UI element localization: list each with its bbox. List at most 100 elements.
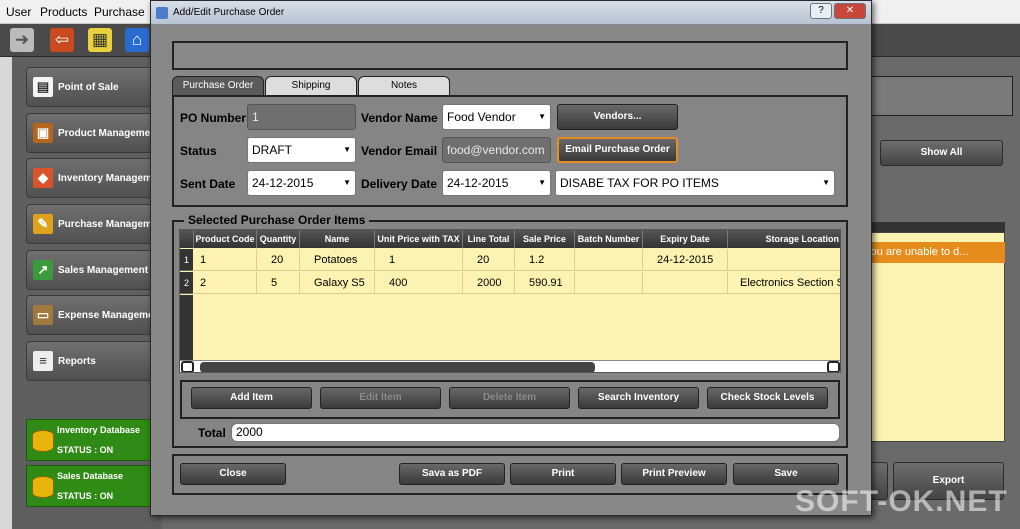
column-header[interactable]: Storage Location <box>728 230 840 248</box>
sales-chart-icon: ↗ <box>33 260 53 280</box>
total-field[interactable]: 2000 <box>231 423 840 442</box>
chevron-down-icon: ▼ <box>343 178 351 187</box>
sidebar-item-point-of-sale[interactable]: ▤ Point of Sale <box>26 67 162 107</box>
column-header[interactable]: Name <box>300 230 375 248</box>
tab-shipping[interactable]: Shipping <box>265 76 357 95</box>
table-cell[interactable]: 20 <box>257 249 300 271</box>
column-header[interactable]: Sale Price <box>515 230 575 248</box>
table-cell[interactable]: 400 <box>375 272 463 294</box>
logout-icon[interactable]: ➜ <box>10 28 34 52</box>
column-header[interactable]: Expiry Date <box>643 230 728 248</box>
cash-register-icon: ▤ <box>33 77 53 97</box>
sidebar-item-reports[interactable]: ≡ Reports <box>26 341 162 381</box>
vendor-email-label: Vendor Email <box>361 144 438 158</box>
items-section-title: Selected Purchase Order Items <box>184 213 370 227</box>
column-header[interactable]: Batch Number <box>575 230 643 248</box>
total-label: Total <box>198 426 226 440</box>
table-cell[interactable]: 1 <box>194 249 257 271</box>
row-number[interactable]: 1 <box>180 249 193 271</box>
report-icon: ≡ <box>33 351 53 371</box>
tax-option-select[interactable]: DISABE TAX FOR PO ITEMS ▼ <box>555 170 835 196</box>
sidebar-item-label: Point of Sale <box>58 81 119 93</box>
menu-products[interactable]: Products <box>40 5 87 19</box>
database-icon <box>32 430 54 452</box>
table-cell[interactable]: 2 <box>194 272 257 294</box>
print-button[interactable]: Print <box>510 463 616 485</box>
database-status: STATUS : ON <box>57 445 114 455</box>
background-panel <box>855 76 1013 116</box>
monitor-icon[interactable]: ▦ <box>88 28 112 52</box>
save-as-pdf-button[interactable]: Sava as PDF <box>399 463 505 485</box>
row-number[interactable]: 2 <box>180 272 193 294</box>
database-icon <box>32 476 54 498</box>
sidebar-item-label: Inventory Management <box>58 172 162 184</box>
table-cell[interactable]: Electronics Section S <box>728 272 840 294</box>
table-cell[interactable]: 2000 <box>463 272 515 294</box>
status-value: DRAFT <box>252 143 292 157</box>
inventory-icon: ◆ <box>33 168 53 188</box>
po-number-label: PO Number <box>180 111 247 125</box>
tab-purchase-order[interactable]: Purchase Order <box>172 76 264 95</box>
save-button[interactable]: Save <box>733 463 839 485</box>
sidebar-item-purchase-management[interactable]: ✎ Purchase Management <box>26 204 162 244</box>
show-all-button[interactable]: Show All <box>880 140 1003 166</box>
column-header[interactable]: Line Total <box>463 230 515 248</box>
vendors-button[interactable]: Vendors... <box>557 104 678 130</box>
table-cell[interactable] <box>643 272 728 294</box>
sidebar-item-product-management[interactable]: ▣ Product Management <box>26 113 162 153</box>
dialog-titlebar[interactable]: Add/Edit Purchase Order ? ✕ <box>151 1 871 25</box>
left-edge-strip <box>0 57 12 529</box>
table-cell[interactable] <box>575 249 643 271</box>
close-button[interactable]: Close <box>180 463 286 485</box>
status-select[interactable]: DRAFT ▼ <box>247 137 356 163</box>
print-preview-button[interactable]: Print Preview <box>621 463 727 485</box>
clipboard-pencil-icon: ✎ <box>33 214 53 234</box>
background-grid <box>855 232 1005 442</box>
table-cell[interactable]: 1.2 <box>515 249 575 271</box>
menu-user[interactable]: User <box>6 5 31 19</box>
vendor-name-select[interactable]: Food Vendor ▼ <box>442 104 551 130</box>
po-number-field[interactable]: 1 <box>247 104 356 130</box>
sent-date-value: 24-12-2015 <box>252 176 314 190</box>
check-stock-levels-button[interactable]: Check Stock Levels <box>707 387 828 409</box>
sidebar-item-sales-management[interactable]: ↗ Sales Management <box>26 250 162 290</box>
search-inventory-button[interactable]: Search Inventory <box>578 387 699 409</box>
close-icon[interactable]: ✕ <box>834 3 866 19</box>
sidebar-item-inventory-management[interactable]: ◆ Inventory Management <box>26 158 162 198</box>
items-grid: Product Code Quantity Name Unit Price wi… <box>179 229 841 373</box>
column-header[interactable]: Quantity <box>257 230 300 248</box>
table-cell[interactable] <box>575 272 643 294</box>
vendor-email-field[interactable]: food@vendor.com <box>442 137 551 163</box>
table-cell[interactable]: Potatoes <box>300 249 375 271</box>
chevron-down-icon: ▼ <box>343 145 351 154</box>
chevron-down-icon: ▼ <box>822 178 830 187</box>
tax-option-value: DISABE TAX FOR PO ITEMS <box>560 176 719 190</box>
delivery-date-picker[interactable]: 24-12-2015 ▼ <box>442 170 551 196</box>
scroll-right-button[interactable] <box>827 361 840 372</box>
home-icon[interactable]: ⌂ <box>125 28 149 52</box>
tab-notes[interactable]: Notes <box>358 76 450 95</box>
table-cell[interactable]: 5 <box>257 272 300 294</box>
table-cell[interactable]: Galaxy S5 <box>300 272 375 294</box>
sent-date-picker[interactable]: 24-12-2015 ▼ <box>247 170 356 196</box>
wallet-icon: ▭ <box>33 305 53 325</box>
table-cell[interactable]: 1 <box>375 249 463 271</box>
menu-purchase[interactable]: Purchase <box>94 5 145 19</box>
help-button[interactable]: ? <box>810 3 832 19</box>
column-header[interactable]: Unit Price with TAX <box>375 230 463 248</box>
table-cell[interactable] <box>728 249 840 271</box>
sidebar-item-expense-management[interactable]: ▭ Expense Management <box>26 295 162 335</box>
delete-item-button[interactable]: Delete Item <box>449 387 570 409</box>
table-cell[interactable]: 590.91 <box>515 272 575 294</box>
email-purchase-order-button[interactable]: Email Purchase Order <box>557 137 678 163</box>
scroll-left-button[interactable] <box>181 361 194 372</box>
column-header[interactable]: Product Code <box>194 230 257 248</box>
scrollbar-thumb[interactable] <box>200 362 595 372</box>
table-cell[interactable]: 24-12-2015 <box>643 249 728 271</box>
database-name: Inventory Database <box>57 425 141 435</box>
add-item-button[interactable]: Add Item <box>191 387 312 409</box>
sidebar-item-label: Product Management <box>58 127 160 139</box>
table-cell[interactable]: 20 <box>463 249 515 271</box>
exit-door-icon[interactable]: ⇦ <box>50 28 74 52</box>
edit-item-button[interactable]: Edit Item <box>320 387 441 409</box>
